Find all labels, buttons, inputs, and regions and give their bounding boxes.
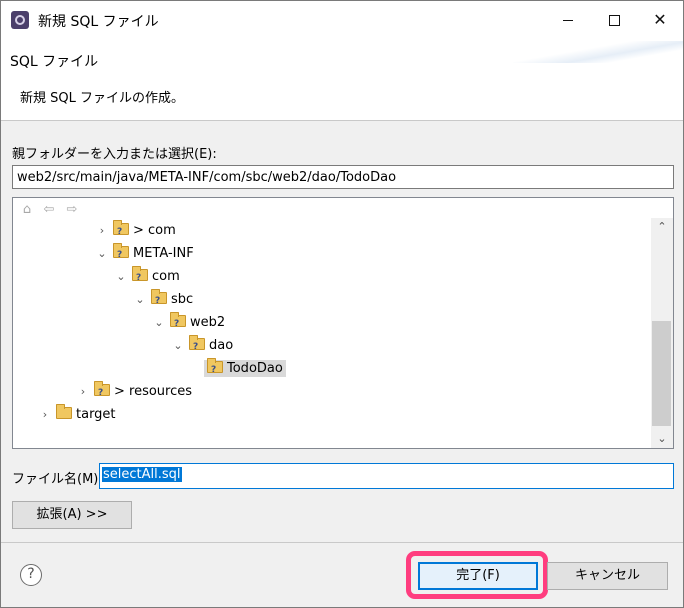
- cancel-button[interactable]: キャンセル: [547, 562, 668, 590]
- package-folder-icon: [170, 312, 186, 335]
- expand-chevron-icon[interactable]: ›: [95, 220, 109, 242]
- new-sql-file-dialog: 新規 SQL ファイル ✕ SQL ファイル 新規 SQL ファイルの作成。 親…: [0, 0, 684, 608]
- home-icon[interactable]: ⌂: [18, 201, 36, 219]
- tree-item-label: dao: [209, 338, 234, 353]
- expand-chevron-icon[interactable]: ›: [38, 404, 52, 426]
- tree-item-meta-inf[interactable]: ⌄ META-INF: [95, 243, 194, 266]
- banner-decoration: [513, 41, 683, 63]
- help-icon[interactable]: ?: [20, 564, 42, 586]
- collapse-chevron-icon[interactable]: ⌄: [95, 243, 109, 265]
- tree-item-label: META-INF: [133, 246, 194, 261]
- page-description: 新規 SQL ファイルの作成。: [20, 91, 184, 106]
- finish-button[interactable]: 完了(F): [418, 562, 538, 590]
- tree-item-target[interactable]: › target: [38, 404, 116, 426]
- collapse-chevron-icon[interactable]: ⌄: [152, 312, 166, 334]
- expand-chevron-icon[interactable]: ›: [76, 381, 90, 403]
- scroll-down-chevron-icon[interactable]: ⌄: [651, 430, 673, 448]
- package-folder-icon: [94, 381, 110, 404]
- file-name-selected-text: selectAll.sql: [102, 467, 182, 482]
- forward-arrow-icon[interactable]: ⇨: [63, 201, 81, 219]
- eclipse-app-icon: [11, 11, 29, 29]
- tree-item-tododao[interactable]: TodoDao: [190, 358, 286, 381]
- package-folder-icon: [113, 220, 129, 243]
- selected-tree-item: TodoDao: [204, 358, 286, 381]
- tree-item-label: com: [152, 269, 180, 284]
- file-name-label: ファイル名(M):: [12, 472, 103, 487]
- collapse-chevron-icon[interactable]: ⌄: [171, 335, 185, 357]
- tree-item-resources[interactable]: › > resources: [76, 381, 193, 404]
- wizard-banner: SQL ファイル 新規 SQL ファイルの作成。: [1, 39, 683, 121]
- tree-item-label: sbc: [171, 292, 194, 307]
- tree-item-label: TodoDao: [227, 361, 283, 376]
- back-arrow-icon[interactable]: ⇦: [40, 201, 58, 219]
- tree-item-com[interactable]: ⌄ com: [114, 266, 180, 289]
- package-folder-icon: [132, 266, 148, 289]
- tree-item-com-parent[interactable]: › > com: [95, 220, 176, 243]
- tree-item-dao[interactable]: ⌄ dao: [171, 335, 234, 358]
- tree-vertical-scrollbar[interactable]: ⌃ ⌄: [651, 218, 673, 448]
- tree-item-label: > com: [133, 223, 176, 238]
- parent-folder-input[interactable]: [12, 165, 674, 189]
- close-button[interactable]: ✕: [637, 1, 683, 39]
- window-title: 新規 SQL ファイル: [38, 14, 159, 30]
- scrollbar-thumb[interactable]: [652, 321, 671, 426]
- collapse-chevron-icon[interactable]: ⌄: [133, 289, 147, 311]
- title-bar: 新規 SQL ファイル ✕: [1, 1, 683, 39]
- tree-item-web2[interactable]: ⌄ web2: [152, 312, 226, 335]
- footer-divider: [1, 542, 683, 543]
- page-title: SQL ファイル: [10, 54, 99, 70]
- tree-item-sbc[interactable]: ⌄ sbc: [133, 289, 194, 312]
- package-folder-icon: [113, 243, 129, 266]
- folder-tree[interactable]: ⌂ ⇦ ⇨ › > com ⌄ META-INF ⌄ com ⌄ sbc ⌄ web2 ⌄…: [12, 197, 674, 449]
- package-folder-icon: [189, 335, 205, 358]
- maximize-button[interactable]: [591, 1, 637, 39]
- tree-item-label: target: [76, 407, 116, 422]
- tree-item-label: web2: [190, 315, 226, 330]
- maximize-icon: [608, 15, 620, 26]
- folder-icon: [56, 404, 72, 419]
- collapse-chevron-icon[interactable]: ⌄: [114, 266, 128, 288]
- minimize-icon: [563, 20, 573, 21]
- package-folder-icon: [151, 289, 167, 312]
- minimize-button[interactable]: [545, 1, 591, 39]
- file-name-input[interactable]: selectAll.sql: [99, 463, 674, 489]
- tree-item-label: > resources: [114, 384, 193, 399]
- package-folder-icon: [207, 358, 223, 381]
- parent-folder-label: 親フォルダーを入力または選択(E):: [12, 147, 217, 162]
- scroll-up-chevron-icon[interactable]: ⌃: [651, 218, 673, 236]
- advanced-button[interactable]: 拡張(A) >>: [12, 501, 132, 529]
